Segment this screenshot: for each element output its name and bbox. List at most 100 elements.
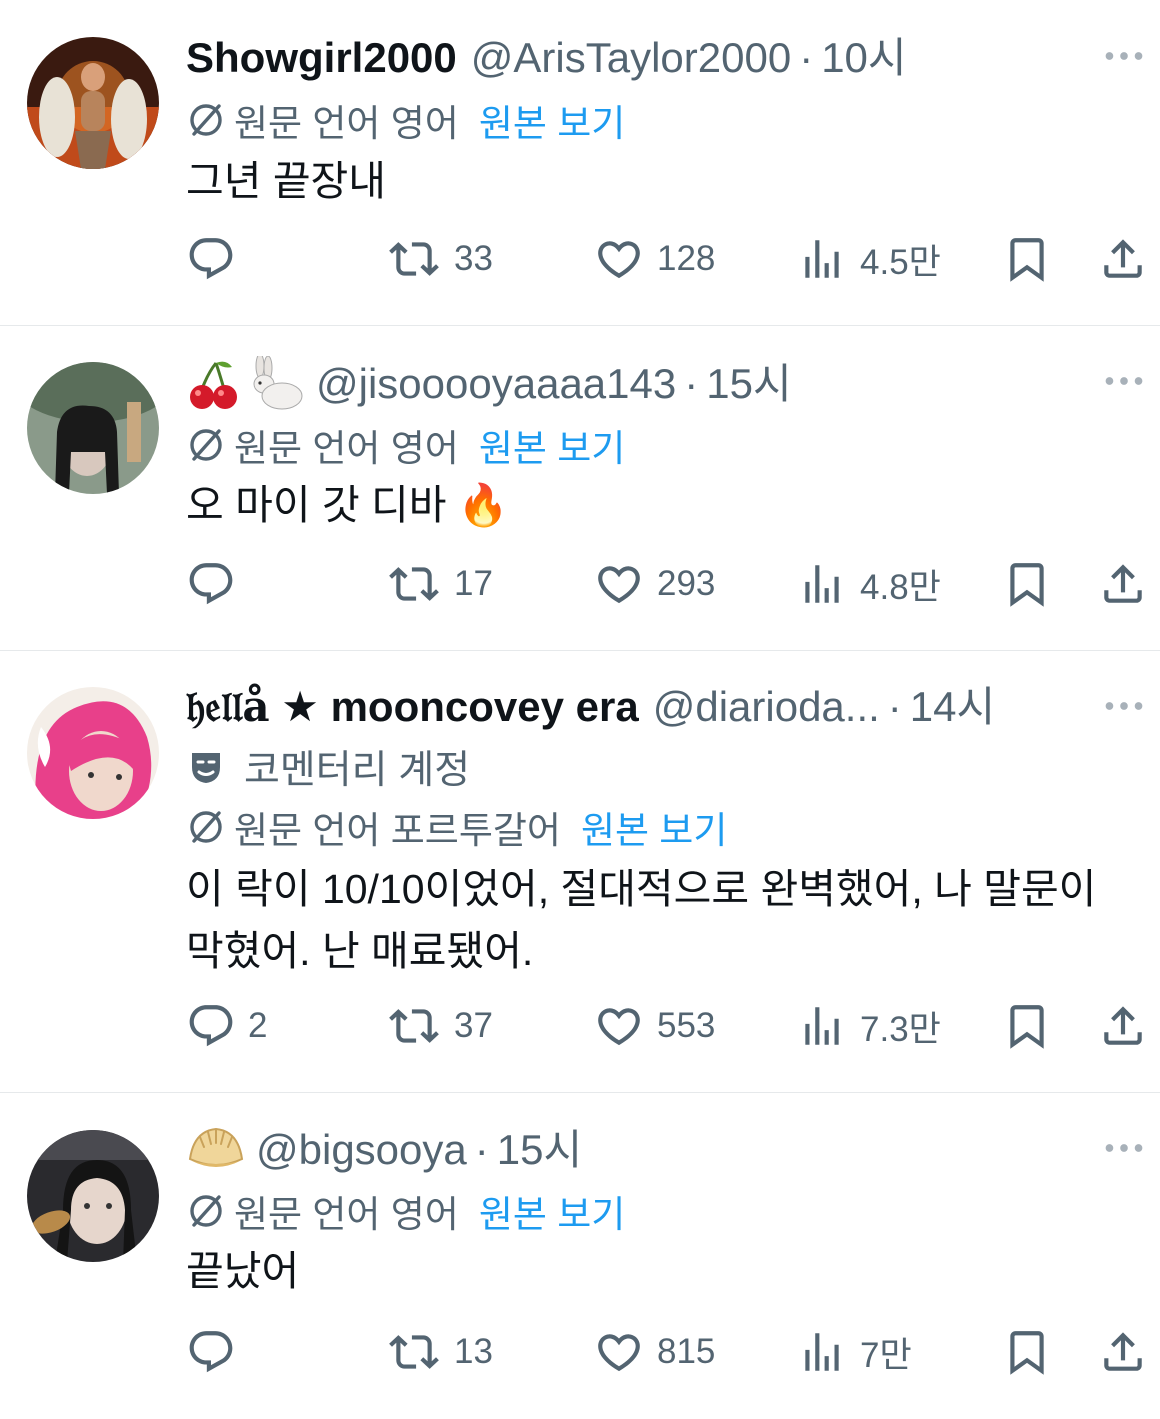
share-icon: [1098, 234, 1148, 284]
like-button[interactable]: 553: [593, 996, 715, 1056]
display-name[interactable]: [186, 356, 306, 412]
retweet-icon: [386, 1327, 442, 1377]
tweet-4[interactable]: @bigsooya · 15시 원문 언어 영어 원본 보기 끝났어 13 81…: [0, 1093, 1160, 1419]
tweet-3[interactable]: 𝔥𝔢𝔩𝔩å ★ mooncovey era @diarioda... · 14시…: [0, 651, 1160, 1093]
retweet-button[interactable]: 17: [386, 554, 493, 614]
avatar[interactable]: [27, 1130, 159, 1262]
reply-icon: [186, 234, 236, 284]
timestamp[interactable]: 15시: [497, 1120, 582, 1180]
like-button[interactable]: 815: [593, 1322, 715, 1382]
reply-button[interactable]: 2: [186, 996, 267, 1056]
translate-label: 원문 언어 영어: [234, 428, 459, 469]
translation-notice: 원문 언어 영어 원본 보기: [186, 417, 625, 473]
timestamp[interactable]: 10시: [821, 28, 906, 88]
commentary-account-label: 코멘터리 계정: [186, 739, 470, 795]
tweet-header: Showgirl2000 @ArisTaylor2000 · 10시: [186, 28, 1090, 88]
show-original-link[interactable]: 원본 보기: [479, 1184, 625, 1238]
action-bar: 17 293 4.8만: [0, 554, 1160, 614]
tweet-1[interactable]: Showgirl2000 @ArisTaylor2000 · 10시 원문 언어…: [0, 0, 1160, 326]
bookmark-icon: [1002, 559, 1052, 609]
bookmark-button[interactable]: [1002, 554, 1052, 614]
views-count: 7만: [860, 1335, 912, 1375]
like-icon: [593, 1001, 645, 1051]
tweet-header: 𝔥𝔢𝔩𝔩å ★ mooncovey era @diarioda... · 14시: [186, 677, 1090, 737]
separator: ·: [684, 360, 699, 407]
views-icon: [796, 234, 848, 284]
tweet-text: 오 마이 갓 디바 🔥: [186, 482, 509, 528]
views-button[interactable]: 7만: [796, 1322, 912, 1382]
avatar[interactable]: [27, 362, 159, 494]
bookmark-icon: [1002, 1001, 1052, 1051]
share-icon: [1098, 1327, 1148, 1377]
reply-icon: [186, 1001, 236, 1051]
reply-button[interactable]: [186, 554, 248, 614]
retweet-button[interactable]: 33: [386, 229, 493, 289]
handle[interactable]: @bigsooya: [256, 1120, 467, 1180]
show-original-link[interactable]: 원본 보기: [479, 418, 625, 472]
like-count: 553: [657, 1006, 716, 1045]
bookmark-button[interactable]: [1002, 996, 1052, 1056]
retweet-icon: [386, 559, 442, 609]
share-button[interactable]: [1098, 1322, 1148, 1382]
avatar[interactable]: [27, 687, 159, 819]
translation-notice: 원문 언어 영어 원본 보기: [186, 92, 625, 148]
like-button[interactable]: 293: [593, 554, 715, 614]
dumpling-icon: [188, 1127, 244, 1167]
share-button[interactable]: [1098, 229, 1148, 289]
like-button[interactable]: 128: [593, 229, 715, 289]
reply-count: 2: [248, 1006, 268, 1045]
tweet-text: 이 락이 10/10이었어, 절대적으로 완벽했어, 나 말문이 막혔어. 난 …: [186, 866, 1097, 974]
separator: ·: [474, 1126, 489, 1173]
translate-icon: [186, 1191, 226, 1231]
views-button[interactable]: 7.3만: [796, 996, 941, 1056]
commentary-text: 코멘터리 계정: [244, 749, 471, 792]
translate-label: 원문 언어 영어: [234, 103, 459, 144]
retweet-button[interactable]: 13: [386, 1322, 493, 1382]
reply-button[interactable]: [186, 1322, 248, 1382]
more-icon[interactable]: [1102, 1133, 1146, 1163]
translate-label: 원문 언어 영어: [234, 1194, 459, 1235]
bookmark-icon: [1002, 1327, 1052, 1377]
show-original-link[interactable]: 원본 보기: [479, 93, 625, 147]
more-icon[interactable]: [1102, 41, 1146, 71]
views-count: 4.8만: [860, 567, 941, 607]
timestamp[interactable]: 14시: [910, 677, 995, 737]
like-count: 293: [657, 564, 716, 603]
share-button[interactable]: [1098, 996, 1148, 1056]
retweet-button[interactable]: 37: [386, 996, 493, 1056]
handle[interactable]: @jisooooyaaaa143: [316, 354, 676, 414]
retweet-count: 13: [454, 1332, 493, 1371]
display-name[interactable]: Showgirl2000: [186, 28, 457, 88]
display-name[interactable]: [186, 1125, 246, 1175]
translate-icon: [186, 425, 226, 465]
share-icon: [1098, 559, 1148, 609]
tweet-2[interactable]: @jisooooyaaaa143 · 15시 원문 언어 영어 원본 보기 오 …: [0, 326, 1160, 651]
handle[interactable]: @diarioda...: [653, 677, 880, 737]
timestamp[interactable]: 15시: [706, 354, 791, 414]
display-name[interactable]: 𝔥𝔢𝔩𝔩å ★ mooncovey era: [186, 677, 639, 737]
show-original-link[interactable]: 원본 보기: [581, 800, 727, 854]
action-bar: 33 128 4.5만: [0, 229, 1160, 289]
share-button[interactable]: [1098, 554, 1148, 614]
translate-label: 원문 언어 포르투갈어: [234, 810, 561, 851]
retweet-icon: [386, 234, 442, 284]
action-bar: 2 37 553 7.3만: [0, 996, 1160, 1056]
views-icon: [796, 559, 848, 609]
avatar[interactable]: [27, 37, 159, 169]
views-button[interactable]: 4.8만: [796, 554, 941, 614]
translate-icon: [186, 100, 226, 140]
more-icon[interactable]: [1102, 366, 1146, 396]
retweet-count: 17: [454, 564, 493, 603]
handle[interactable]: @ArisTaylor2000: [471, 28, 791, 88]
reply-button[interactable]: [186, 229, 248, 289]
separator: ·: [887, 683, 902, 730]
share-icon: [1098, 1001, 1148, 1051]
like-icon: [593, 559, 645, 609]
tweet-header: @jisooooyaaaa143 · 15시: [186, 354, 1090, 414]
like-icon: [593, 1327, 645, 1377]
like-count: 815: [657, 1332, 716, 1371]
more-icon[interactable]: [1102, 691, 1146, 721]
views-button[interactable]: 4.5만: [796, 229, 941, 289]
bookmark-button[interactable]: [1002, 229, 1052, 289]
bookmark-button[interactable]: [1002, 1322, 1052, 1382]
